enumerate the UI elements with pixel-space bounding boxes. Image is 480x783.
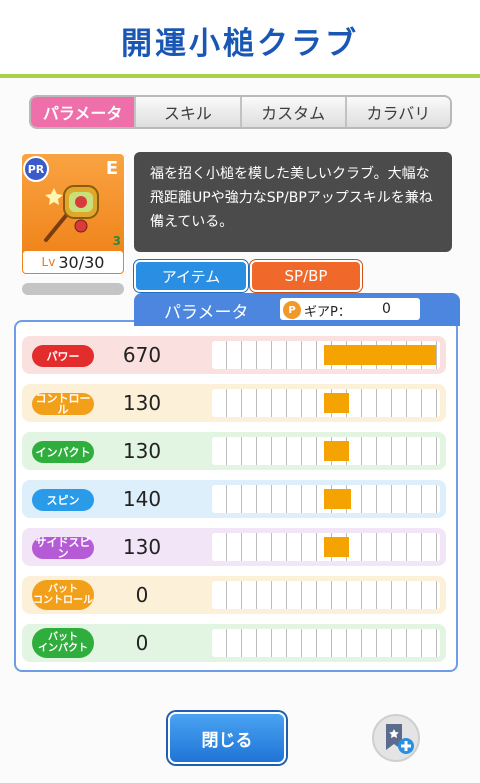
stat-row: バット コントロール 0 — [22, 576, 446, 614]
stat-bar-fill — [324, 393, 349, 413]
header: 開運小槌クラブ — [0, 0, 480, 78]
stat-row: スピン 140 — [22, 480, 446, 518]
level-value: 30/30 — [58, 252, 105, 272]
stat-row: コントロール 130 — [22, 384, 446, 422]
level-plate: Lv 30/30 — [23, 251, 123, 273]
stat-label: インパクト — [32, 441, 94, 463]
gear-point-icon: P — [282, 300, 302, 320]
stat-bar-fill — [324, 489, 351, 509]
stat-label: サイドスピン — [32, 537, 94, 559]
panel-title: パラメータ — [164, 303, 249, 323]
stat-value: 130 — [122, 535, 162, 559]
add-favorite-button[interactable] — [372, 714, 420, 762]
rank-badge: E — [105, 158, 119, 179]
stat-bar-fill — [324, 345, 436, 365]
bookmark-plus-icon — [386, 724, 414, 754]
stat-label: スピン — [32, 489, 94, 511]
stat-value: 670 — [122, 343, 162, 367]
page-title: 開運小槌クラブ — [121, 26, 359, 62]
leaf-count: 3 — [112, 234, 121, 248]
tab-skill[interactable]: スキル — [136, 97, 242, 127]
mallet-club-icon — [44, 185, 99, 242]
tab-bar: パラメータ スキル カスタム カラバリ — [29, 95, 452, 129]
blank-name-bar — [22, 283, 124, 295]
stat-bar-fill — [324, 537, 349, 557]
stat-row: インパクト 130 — [22, 432, 446, 470]
close-button[interactable]: 閉じる — [168, 712, 286, 764]
stat-bar-track — [212, 629, 440, 657]
stat-label: バット インパクト — [32, 628, 94, 658]
item-description: 福を招く小槌を模した美しいクラブ。大幅な飛距離UPや強力なSP/BPアップスキル… — [134, 152, 452, 252]
stat-value: 0 — [135, 583, 149, 607]
stat-label: コントロール — [32, 393, 94, 415]
stat-bar-fill — [324, 441, 349, 461]
stat-bar-track — [212, 533, 440, 561]
stat-label: パワー — [32, 345, 94, 367]
stat-bar-track — [212, 581, 440, 609]
stat-label: バット コントロール — [32, 580, 94, 610]
close-button-label: 閉じる — [201, 730, 253, 751]
stat-value: 0 — [135, 631, 149, 655]
stat-value: 140 — [122, 487, 162, 511]
tab-color-variation[interactable]: カラバリ — [346, 97, 450, 127]
stat-value: 130 — [122, 391, 162, 415]
parameter-panel-header: パラメータ P ギアP： 0 — [134, 293, 460, 326]
gear-point-value: 0 — [382, 301, 391, 317]
stat-row: サイドスピン 130 — [22, 528, 446, 566]
header-divider — [0, 74, 480, 78]
stat-bar-track — [212, 341, 440, 369]
level-prefix: Lv — [41, 255, 56, 269]
gear-point-label: ギアP： — [304, 305, 351, 320]
sp-bp-button[interactable]: SP/BP — [250, 260, 362, 292]
stat-value: 130 — [122, 439, 162, 463]
tab-custom[interactable]: カスタム — [241, 97, 347, 127]
stat-bar-track — [212, 437, 440, 465]
tab-parameter[interactable]: パラメータ — [31, 97, 137, 127]
stat-row: パワー 670 — [22, 336, 446, 374]
stat-bar-track — [212, 485, 440, 513]
item-button[interactable]: アイテム — [134, 260, 248, 292]
stat-row: バット インパクト 0 — [22, 624, 446, 662]
item-card: PR E 3 Lv 30/30 — [20, 152, 126, 276]
stat-bar-track — [212, 389, 440, 417]
